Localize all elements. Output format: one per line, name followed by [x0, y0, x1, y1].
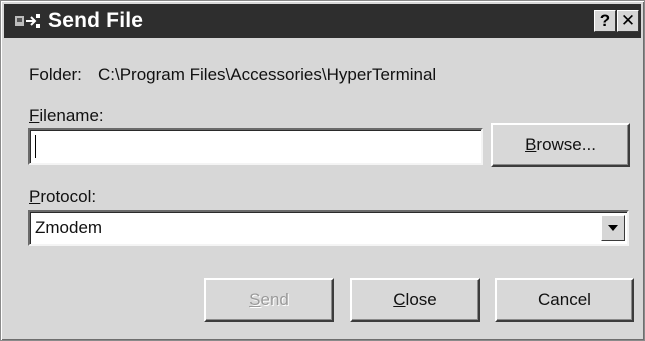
close-window-button[interactable]: ✕	[617, 10, 639, 32]
title-bar[interactable]: Send File ? ✕	[4, 4, 641, 38]
close-mnemonic: C	[393, 290, 406, 309]
help-button[interactable]: ?	[594, 10, 616, 32]
protocol-selected-value: Zmodem	[35, 218, 103, 237]
close-label: lose	[405, 290, 437, 309]
send-button[interactable]: Send	[204, 278, 334, 322]
browse-mnemonic: B	[525, 135, 537, 154]
close-button[interactable]: Close	[350, 278, 480, 322]
protocol-label-text: rotocol:	[40, 187, 97, 206]
send-file-dialog: Send File ? ✕ Folder: C:\Program Files\A…	[0, 0, 645, 341]
protocol-dropdown-button[interactable]	[601, 215, 625, 241]
browse-label: rowse...	[536, 135, 596, 154]
folder-path: C:\Program Files\Accessories\HyperTermin…	[98, 65, 437, 84]
chevron-down-icon	[608, 225, 618, 231]
text-caret	[35, 135, 36, 158]
filename-input[interactable]	[28, 128, 483, 165]
send-file-app-icon	[14, 12, 44, 30]
protocol-select[interactable]: Zmodem	[28, 210, 629, 246]
protocol-label: Protocol:	[29, 187, 96, 207]
send-label: end	[260, 290, 289, 309]
folder-label: Folder:	[29, 65, 82, 84]
filename-label-text: ilename:	[39, 106, 104, 125]
send-mnemonic: S	[249, 290, 261, 309]
cancel-button[interactable]: Cancel	[495, 278, 634, 322]
protocol-label-mnemonic: P	[29, 187, 41, 206]
browse-button[interactable]: Browse...	[491, 123, 630, 167]
window-title: Send File	[48, 9, 144, 32]
filename-label-mnemonic: F	[29, 106, 40, 125]
filename-label: Filename:	[29, 106, 104, 126]
close-icon: ✕	[620, 11, 636, 30]
